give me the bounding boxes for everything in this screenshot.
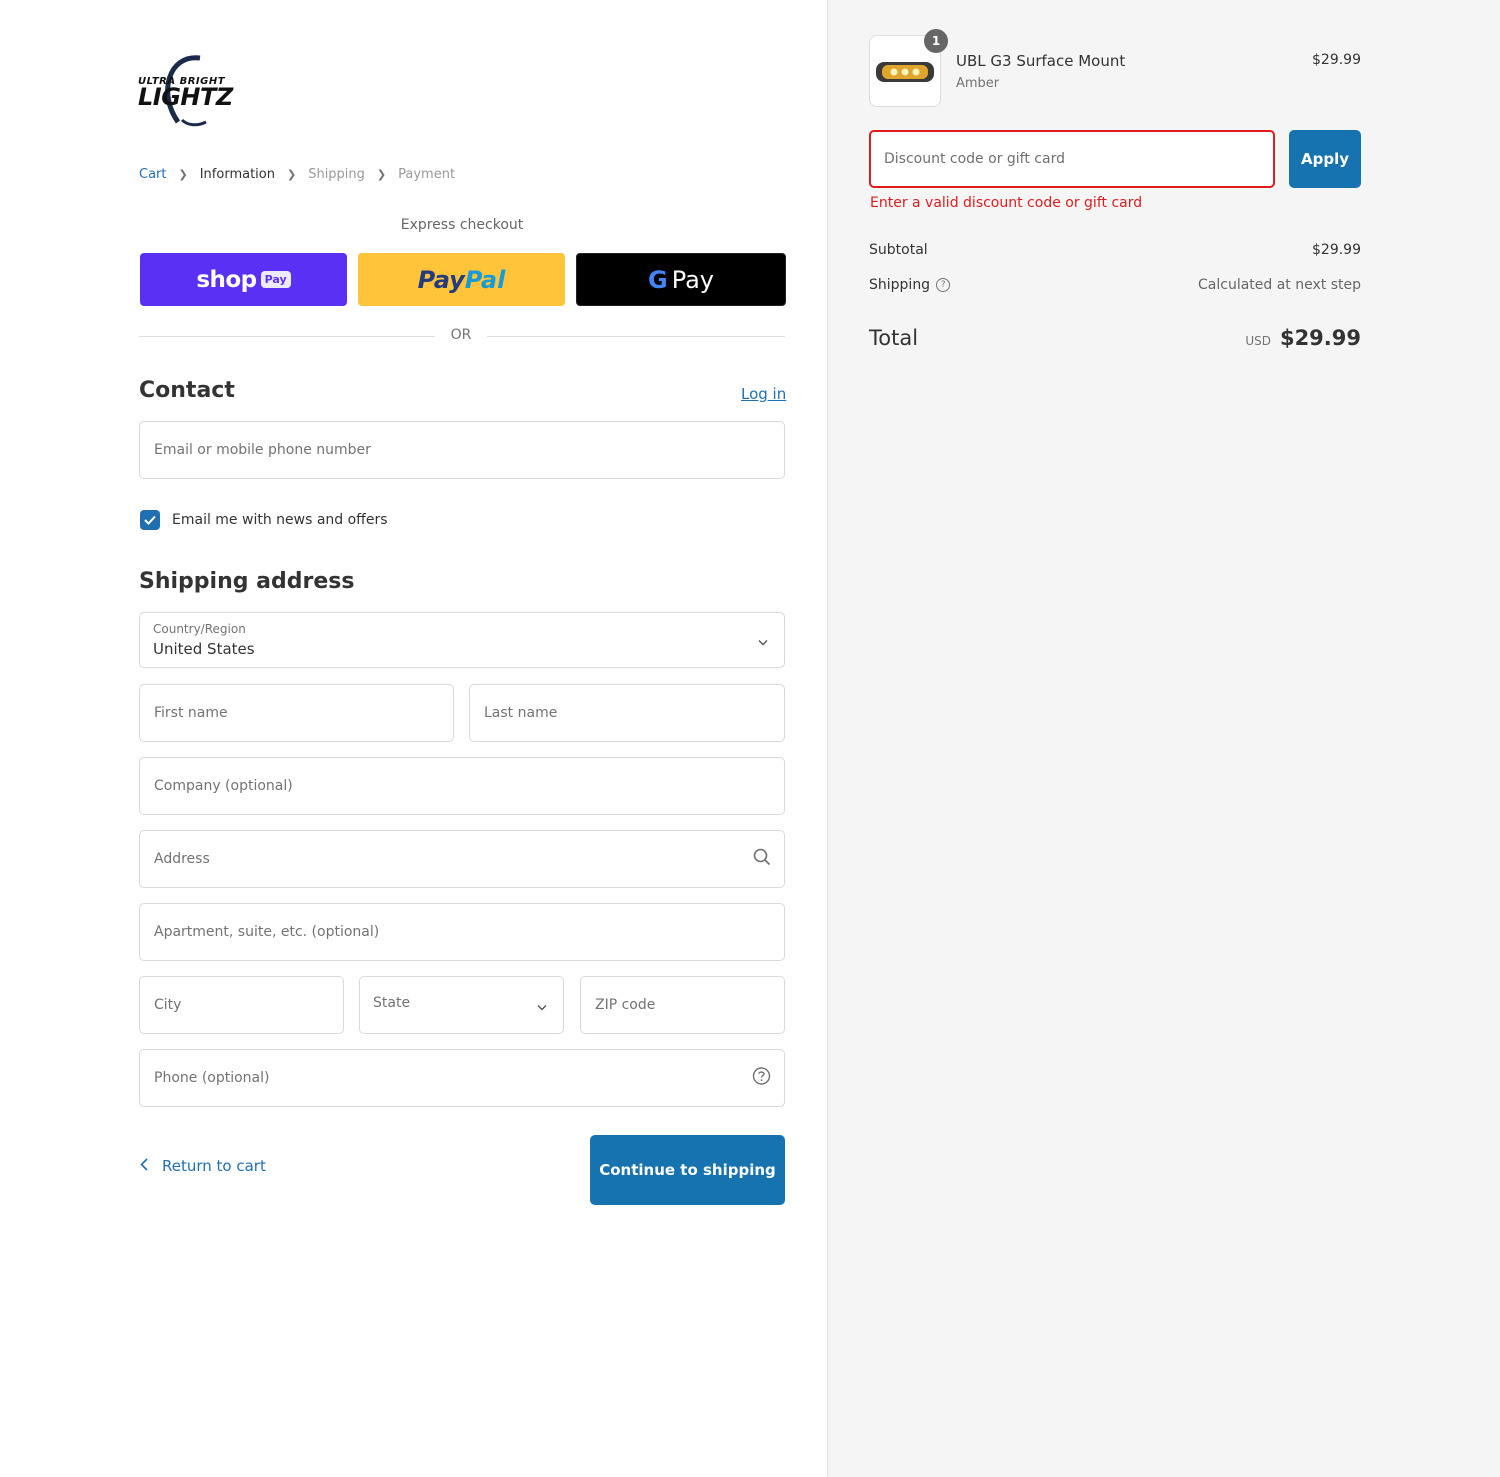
shop-pay-word: shop bbox=[196, 266, 257, 293]
return-to-cart-label: Return to cart bbox=[162, 1157, 266, 1175]
contact-heading: Contact bbox=[139, 378, 235, 403]
chevron-left-icon bbox=[140, 1157, 148, 1175]
chevron-right-icon: ❯ bbox=[286, 168, 297, 181]
discount-field[interactable] bbox=[869, 130, 1275, 188]
divider-line bbox=[139, 336, 435, 337]
city-input[interactable] bbox=[140, 977, 343, 1033]
google-pay-button[interactable]: G Pay bbox=[576, 253, 786, 306]
divider-line bbox=[487, 336, 785, 337]
breadcrumb-shipping: Shipping bbox=[308, 167, 365, 182]
apartment-input[interactable] bbox=[140, 904, 784, 960]
city-field[interactable] bbox=[139, 976, 344, 1034]
paypal-word-part1: Pay bbox=[417, 265, 465, 294]
product-variant: Amber bbox=[956, 76, 1000, 91]
email-field[interactable] bbox=[139, 421, 785, 479]
newsletter-label: Email me with news and offers bbox=[172, 512, 388, 528]
paypal-button[interactable]: PayPal bbox=[358, 253, 565, 306]
phone-input[interactable] bbox=[140, 1050, 784, 1106]
shop-pay-button[interactable]: shop Pay bbox=[140, 253, 347, 306]
total-amount: $29.99 bbox=[1279, 326, 1361, 350]
google-g-icon: G bbox=[648, 266, 668, 294]
chevron-down-icon bbox=[537, 996, 547, 1015]
breadcrumb-cart[interactable]: Cart bbox=[139, 167, 167, 182]
login-link[interactable]: Log in bbox=[741, 385, 786, 403]
shipping-label: Shipping bbox=[869, 277, 931, 293]
newsletter-checkbox-row[interactable]: Email me with news and offers bbox=[140, 510, 388, 530]
first-name-input[interactable] bbox=[140, 685, 453, 741]
zip-input[interactable] bbox=[581, 977, 784, 1033]
last-name-input[interactable] bbox=[470, 685, 784, 741]
state-select[interactable]: State bbox=[359, 976, 564, 1034]
chevron-down-icon bbox=[758, 631, 768, 650]
country-select[interactable]: Country/Region United States bbox=[139, 612, 785, 668]
shipping-address-heading: Shipping address bbox=[139, 569, 355, 594]
chevron-right-icon: ❯ bbox=[376, 168, 387, 181]
zip-field[interactable] bbox=[580, 976, 785, 1034]
or-divider: OR bbox=[139, 326, 785, 346]
order-summary-panel bbox=[827, 0, 1500, 1477]
discount-error-message: Enter a valid discount code or gift card bbox=[870, 195, 1143, 211]
last-name-field[interactable] bbox=[469, 684, 785, 742]
return-to-cart-link[interactable]: Return to cart bbox=[140, 1157, 266, 1175]
shipping-row-label: Shipping? bbox=[869, 277, 951, 293]
country-value: United States bbox=[153, 640, 255, 658]
phone-field[interactable] bbox=[139, 1049, 785, 1107]
quantity-badge: 1 bbox=[924, 29, 948, 53]
breadcrumb-payment: Payment bbox=[398, 167, 456, 182]
total-currency: USD bbox=[1245, 334, 1271, 348]
newsletter-checkbox[interactable] bbox=[140, 510, 160, 530]
apply-discount-button[interactable]: Apply bbox=[1289, 130, 1361, 188]
country-label: Country/Region bbox=[153, 622, 246, 636]
discount-input[interactable] bbox=[871, 132, 1273, 186]
checkmark-icon bbox=[144, 515, 156, 525]
help-circle-icon[interactable]: ? bbox=[936, 278, 951, 292]
state-label: State bbox=[373, 995, 411, 1011]
paypal-logo: PayPal bbox=[418, 266, 506, 294]
total-label: Total bbox=[869, 326, 919, 350]
continue-to-shipping-button[interactable]: Continue to shipping bbox=[590, 1135, 785, 1205]
shop-pay-pill: Pay bbox=[260, 271, 291, 288]
breadcrumb: Cart ❯ Information ❯ Shipping ❯ Payment bbox=[139, 167, 455, 182]
address-field[interactable] bbox=[139, 830, 785, 888]
store-logo[interactable]: ULTRA BRIGHT LIGHTZ bbox=[138, 54, 250, 128]
total-value-row: USD $29.99 bbox=[1245, 326, 1361, 350]
product-name: UBL G3 Surface Mount bbox=[956, 52, 1126, 70]
paypal-word-part2: Pal bbox=[464, 265, 506, 294]
company-field[interactable] bbox=[139, 757, 785, 815]
email-input[interactable] bbox=[140, 422, 784, 478]
search-icon bbox=[753, 848, 771, 870]
address-input[interactable] bbox=[140, 831, 784, 887]
breadcrumb-information: Information bbox=[199, 167, 275, 182]
or-text: OR bbox=[450, 327, 472, 343]
google-g-letter: G bbox=[647, 265, 668, 294]
google-pay-word: Pay bbox=[671, 265, 714, 294]
product-price: $29.99 bbox=[1312, 52, 1361, 68]
subtotal-label: Subtotal bbox=[869, 242, 928, 258]
shipping-value: Calculated at next step bbox=[1198, 277, 1361, 293]
subtotal-value: $29.99 bbox=[1312, 242, 1361, 258]
chevron-right-icon: ❯ bbox=[178, 168, 188, 181]
apartment-field[interactable] bbox=[139, 903, 785, 961]
express-checkout-label: Express checkout bbox=[400, 217, 524, 233]
logo-line2: LIGHTZ bbox=[138, 83, 233, 111]
checkout-main-panel: ULTRA BRIGHT LIGHTZ Cart ❯ Information ❯… bbox=[0, 0, 827, 1477]
help-circle-icon[interactable] bbox=[752, 1067, 771, 1090]
company-input[interactable] bbox=[140, 758, 784, 814]
first-name-field[interactable] bbox=[139, 684, 454, 742]
